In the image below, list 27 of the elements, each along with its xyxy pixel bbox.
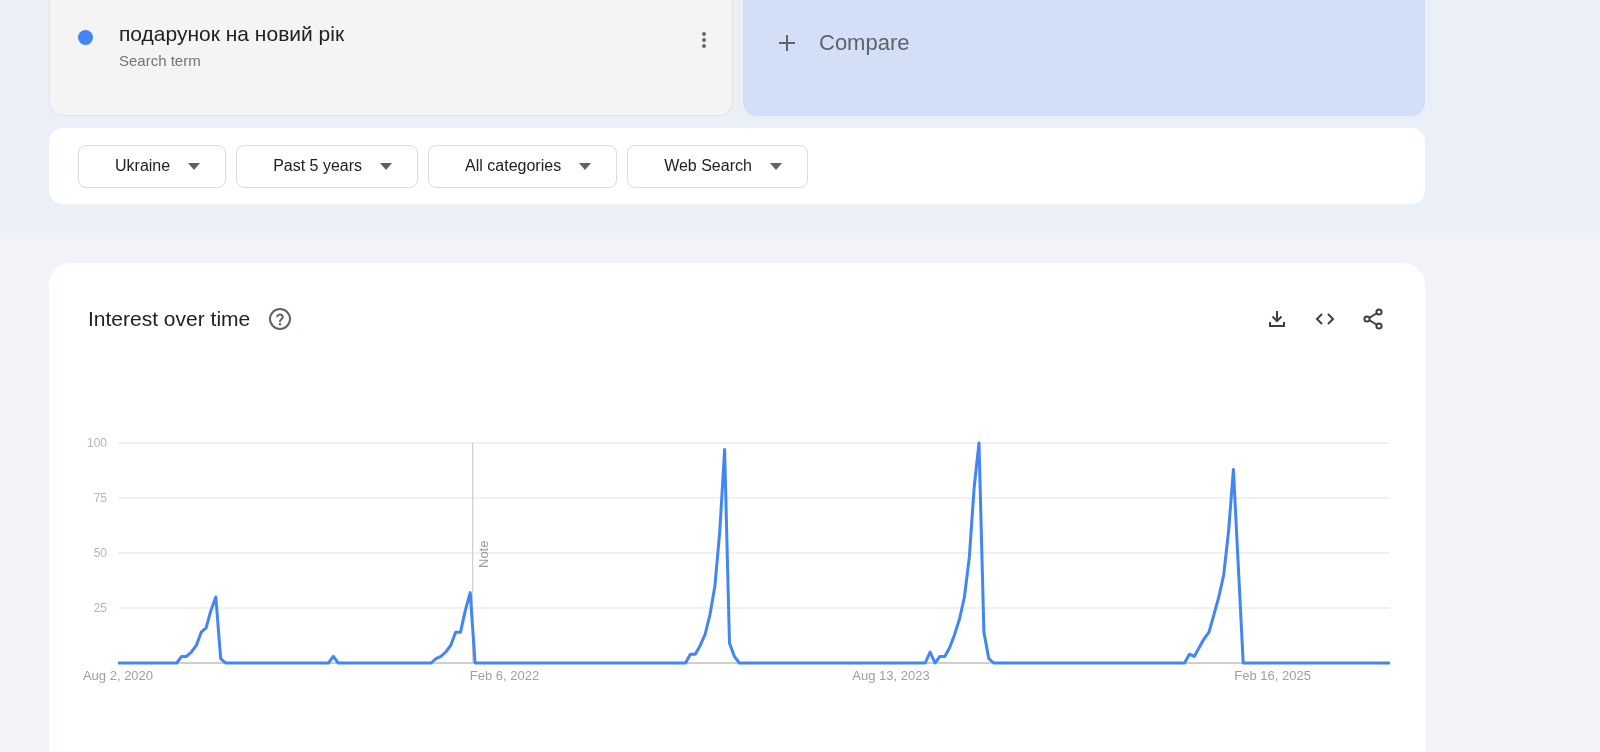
chart-title: Interest over time bbox=[88, 307, 251, 331]
x-axis-label: Feb 16, 2025 bbox=[1234, 668, 1311, 683]
x-axis-label: Aug 13, 2023 bbox=[852, 668, 930, 683]
caret-icon bbox=[380, 162, 393, 170]
y-axis-label: 75 bbox=[93, 491, 107, 505]
compare-card[interactable]: Compare bbox=[743, 0, 1425, 116]
compare-label: Compare bbox=[819, 33, 910, 53]
filter-dropdown[interactable]: Past 5 years bbox=[236, 144, 419, 188]
share-icon[interactable] bbox=[1361, 307, 1385, 331]
more-icon[interactable] bbox=[702, 32, 706, 48]
filter-dropdown[interactable]: All categories bbox=[428, 144, 618, 188]
y-axis-label: 50 bbox=[93, 546, 107, 560]
annotation: Note bbox=[475, 540, 491, 568]
search-term-type: Search term bbox=[119, 52, 202, 69]
filter-dropdown[interactable]: Ukraine bbox=[78, 144, 227, 188]
y-axis-label: 100 bbox=[86, 436, 107, 450]
caret-icon bbox=[769, 162, 782, 170]
search-term: подарунок на новий рік bbox=[119, 22, 345, 46]
y-axis-label: 25 bbox=[93, 601, 107, 615]
caret-icon bbox=[579, 162, 592, 170]
filter-dropdown[interactable]: Web Search bbox=[627, 144, 808, 188]
search-term-card[interactable]: подарунок на новий рік Search term bbox=[49, 0, 733, 116]
x-axis-label: Feb 6, 2022 bbox=[469, 668, 540, 683]
plus-icon bbox=[777, 33, 797, 53]
caret-icon bbox=[188, 162, 201, 170]
help-icon[interactable] bbox=[268, 307, 293, 331]
x-axis-label: Aug 2, 2020 bbox=[82, 668, 154, 683]
